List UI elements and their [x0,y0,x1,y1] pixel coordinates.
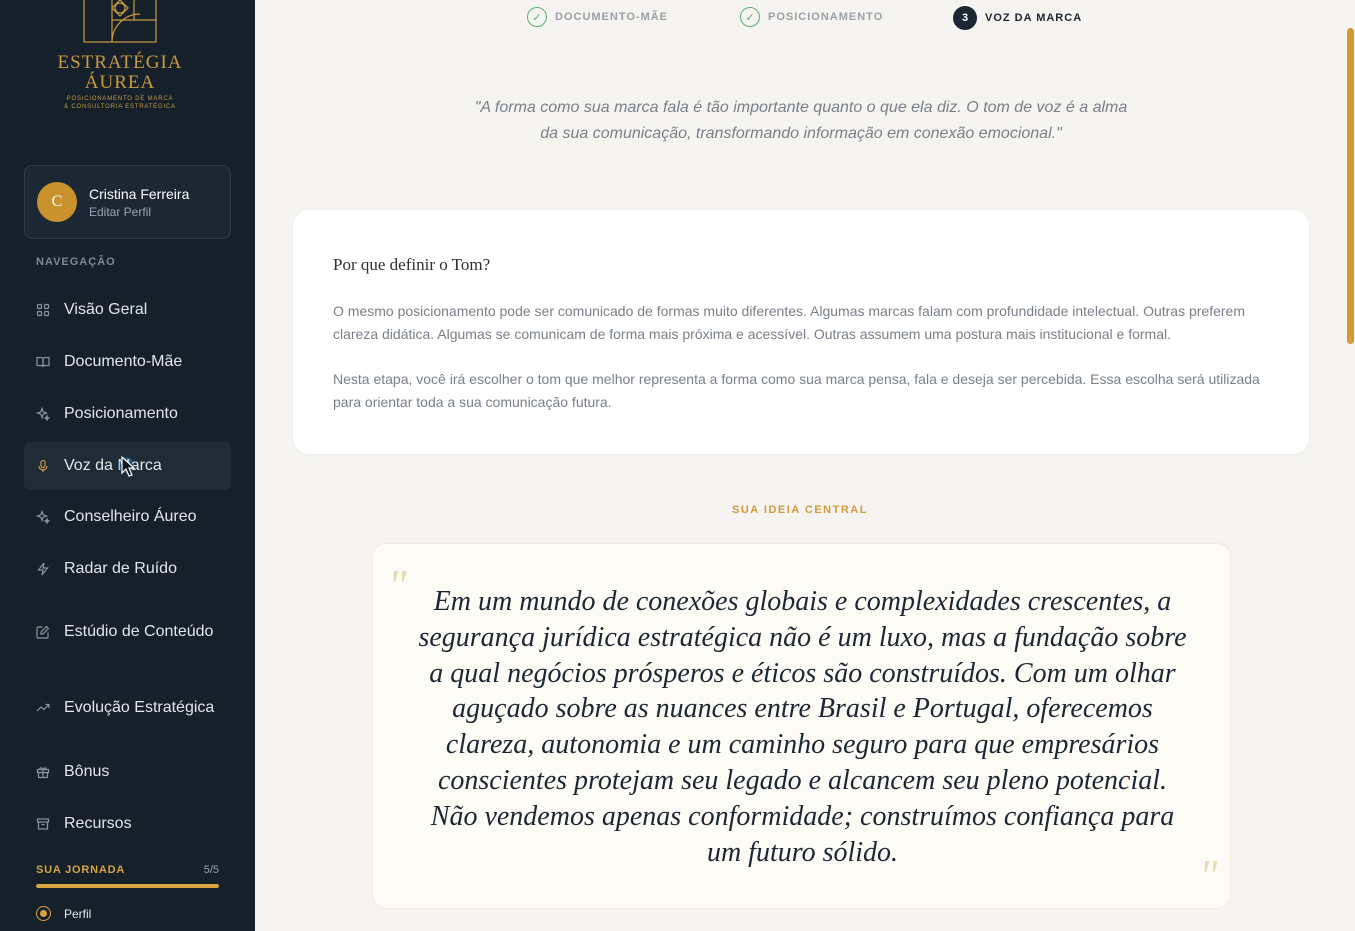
scrollbar-thumb[interactable] [1347,28,1354,344]
mouse-cursor-icon [118,455,136,477]
card-paragraph: O mesmo posicionamento pode ser comunica… [333,303,1245,342]
journey-step-label: Perfil [64,906,92,921]
sidebar-item-recursos[interactable]: Recursos [24,800,231,848]
journey-progress-bar [36,884,219,888]
close-quote-icon: " [1199,851,1218,900]
brand-subtitle: POSICIONAMENTO DE MARCA [66,96,174,102]
sparkles-icon [36,510,50,524]
central-idea-card: " Em um mundo de conexões globais e comp… [372,543,1231,909]
grid-icon [36,303,50,317]
avatar: C [37,182,77,222]
step-dot-icon [36,906,51,921]
profile-name: Cristina Ferreira [89,186,190,202]
central-idea-text: Em um mundo de conexões globais e comple… [418,586,1187,868]
sidebar-item-visao-geral[interactable]: Visão Geral [24,286,231,334]
edit-icon [36,625,50,639]
microphone-icon [36,459,50,473]
step-number: 3 [953,6,977,30]
sidebar-item-evolucao-estrategica[interactable]: Evolução Estratégica [24,684,231,732]
sidebar-item-label: Recursos [64,815,132,832]
sidebar-item-label: Radar de Ruído [64,560,177,577]
sidebar-item-label: Bônus [64,763,110,780]
sidebar-item-radar-de-ruido[interactable]: Radar de Ruído [24,545,231,593]
brand-logo[interactable]: ESTRATÉGIA ÁUREA POSICIONAMENTO DE MARCA… [0,0,255,120]
sidebar-item-label: Evolução Estratégica [64,699,215,716]
card-paragraph: Nesta etapa, você irá escolher o tom que… [333,371,1260,410]
sparkles-icon [36,407,50,421]
sidebar-item-label: Conselheiro Áureo [64,508,197,525]
sidebar-item-label: Documento-Mãe [64,353,183,370]
sidebar-item-label: Visão Geral [64,301,148,318]
sidebar-item-label: Posicionamento [64,405,178,422]
sidebar-item-label: Estúdio de Conteúdo [64,623,214,640]
edit-profile-link[interactable]: Editar Perfil [89,205,151,219]
central-idea-label: SUA IDEIA CENTRAL [732,504,868,516]
lightning-icon [36,562,50,576]
open-quote-icon: " [388,561,407,610]
journey-count: 5/5 [203,864,219,876]
step-label: VOZ DA MARCA [985,12,1083,24]
journey-progress-fill [36,884,219,888]
sidebar-item-documento-mae[interactable]: Documento-Mãe [24,338,231,386]
check-icon: ✓ [527,7,547,27]
sidebar-item-label: Voz da Marca [64,457,162,474]
why-define-tone-card: Por que definir o Tom? O mesmo posiciona… [293,210,1309,454]
intro-quote: "A forma como sua marca fala é tão impor… [474,99,1128,142]
brand-title-second-line: ÁUREA [84,72,156,93]
sidebar-item-estudio-de-conteudo[interactable]: Estúdio de Conteúdo [24,608,231,656]
brand-title: ESTRATÉGIA [57,52,183,73]
step-posicionamento[interactable]: ✓ POSICIONAMENTO [740,7,883,27]
nav-section-title: NAVEGAÇÃO [36,256,116,268]
brand-subtitle-second-line: & CONSULTORIA ESTRATÉGICA [64,104,176,110]
sidebar-item-conselheiro-aureo[interactable]: Conselheiro Áureo [24,493,231,541]
book-icon [36,355,50,369]
profile-card[interactable]: C Cristina Ferreira Editar Perfil [24,165,231,239]
step-label: POSICIONAMENTO [768,11,884,23]
check-icon: ✓ [740,7,760,27]
gift-icon [36,765,50,779]
golden-ratio-logo-icon [83,0,157,43]
archive-icon [36,817,50,831]
card-title: Por que definir o Tom? [333,255,491,274]
journey-title: SUA JORNADA [36,864,126,876]
step-documento-mae[interactable]: ✓ DOCUMENTO-MÃE [527,7,668,27]
step-voz-da-marca[interactable]: 3 VOZ DA MARCA [953,6,1082,30]
journey-step-perfil[interactable]: Perfil [36,906,91,921]
sidebar-item-bonus[interactable]: Bônus [24,748,231,796]
step-label: DOCUMENTO-MÃE [555,11,669,23]
trending-up-icon [36,701,50,715]
sidebar-item-posicionamento[interactable]: Posicionamento [24,390,231,438]
